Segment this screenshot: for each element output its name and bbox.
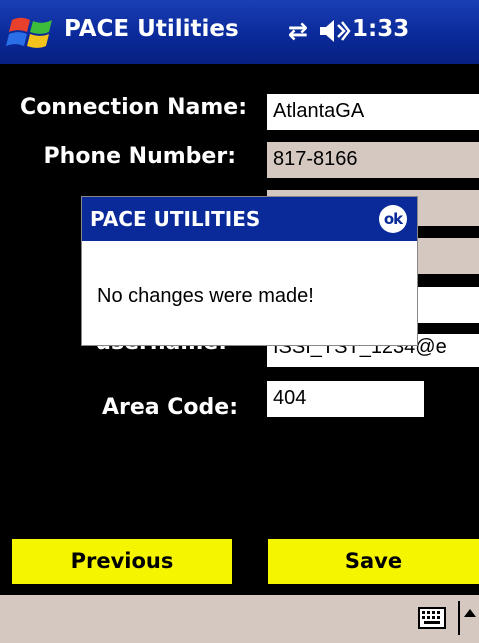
dialog-header: PACE UTILITIES ok (82, 197, 417, 241)
dialog-title: PACE UTILITIES (90, 207, 261, 231)
connection-name-field[interactable]: AtlantaGA (267, 94, 479, 130)
phone-number-field[interactable]: 817-8166 (267, 142, 479, 178)
title-bar: PACE Utilities ⇄ 1:33 (0, 0, 479, 64)
input-separator (458, 601, 460, 635)
keyboard-icon[interactable] (418, 607, 446, 629)
message-dialog: PACE UTILITIES ok No changes were made! (81, 196, 418, 346)
phone-number-label: Phone Number: (43, 144, 236, 169)
app-title: PACE Utilities (64, 16, 239, 42)
save-button[interactable]: Save (268, 539, 479, 584)
connection-name-label: Connection Name: (20, 95, 247, 120)
windows-flag-icon[interactable] (6, 12, 58, 54)
input-panel-bar (0, 595, 479, 643)
speaker-icon[interactable] (318, 17, 352, 45)
area-code-label: Area Code: (101, 395, 238, 420)
previous-button[interactable]: Previous (12, 539, 232, 584)
area-code-field[interactable]: 404 (267, 381, 424, 417)
connectivity-icon[interactable]: ⇄ (288, 17, 308, 45)
clock[interactable]: 1:33 (352, 16, 409, 42)
ok-button[interactable]: ok (379, 205, 407, 233)
input-menu-arrow-icon[interactable] (464, 609, 476, 617)
dialog-message: No changes were made! (97, 285, 314, 307)
